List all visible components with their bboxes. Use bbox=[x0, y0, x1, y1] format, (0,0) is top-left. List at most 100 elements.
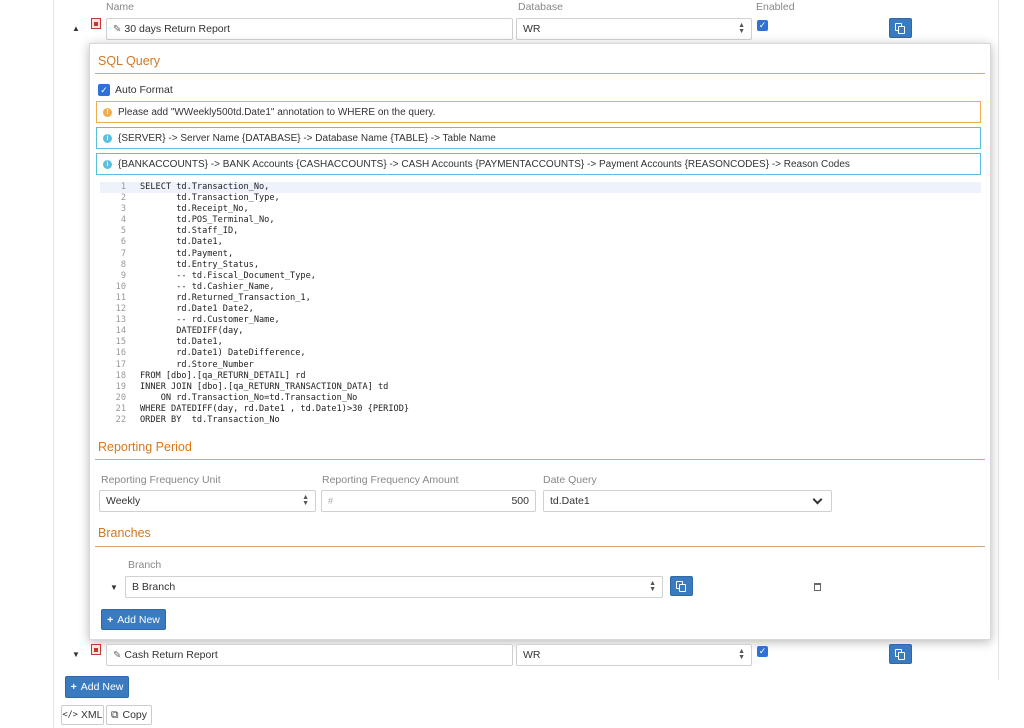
enabled-checkbox[interactable]: ✓ bbox=[757, 646, 768, 657]
add-report-label: Add New bbox=[80, 681, 124, 693]
line-number: 13 bbox=[115, 315, 126, 326]
copy-report-button[interactable] bbox=[889, 644, 912, 664]
select-arrows-icon: ▲ ▼ bbox=[302, 494, 309, 507]
code-line: 8 td.Entry_Status, bbox=[100, 260, 981, 271]
pencil-icon: ✎ bbox=[113, 23, 122, 35]
plus-icon: + bbox=[70, 681, 77, 693]
copy-icon bbox=[895, 22, 906, 34]
code-text: -- td.Fiscal_Document_Type, bbox=[140, 270, 316, 281]
code-text: rd.Returned_Transaction_1, bbox=[140, 292, 311, 303]
add-report-button[interactable]: + Add New bbox=[65, 676, 129, 698]
date-query-label: Date Query bbox=[543, 474, 597, 486]
code-line: 9 -- td.Fiscal_Document_Type, bbox=[100, 271, 981, 282]
code-line: 2 td.Transaction_Type, bbox=[100, 193, 981, 204]
code-text: FROM [dbo].[qa_RETURN_DETAIL] rd bbox=[140, 370, 306, 381]
auto-format-toggle[interactable]: ✓ Auto Format bbox=[98, 84, 173, 96]
xml-button[interactable]: </> XML bbox=[61, 705, 104, 725]
placeholder-info-text: {SERVER} -> Server Name {DATABASE} -> Da… bbox=[118, 132, 496, 144]
code-text: td.Receipt_No, bbox=[140, 204, 249, 215]
code-line: 6 td.Date1, bbox=[100, 237, 981, 248]
frequency-unit-label: Reporting Frequency Unit bbox=[101, 474, 221, 486]
xml-label: XML bbox=[80, 709, 103, 721]
line-number: 14 bbox=[115, 326, 126, 337]
code-line: 16 rd.Date1) DateDifference, bbox=[100, 348, 981, 359]
warning-icon: ! bbox=[103, 107, 112, 117]
enabled-checkbox[interactable]: ✓ bbox=[757, 20, 768, 31]
line-number: 18 bbox=[115, 370, 126, 381]
collapse-caret-icon[interactable]: ▲ bbox=[72, 24, 80, 33]
branches-title: Branches bbox=[98, 526, 151, 540]
database-select[interactable]: WR ▲ ▼ bbox=[516, 644, 752, 666]
report-name-value: 30 days Return Report bbox=[124, 23, 231, 35]
code-line: 12 rd.Date1 Date2, bbox=[100, 304, 981, 315]
code-line: 1 SELECT td.Transaction_No, bbox=[100, 182, 981, 194]
auto-format-checkbox[interactable]: ✓ bbox=[98, 84, 110, 96]
annotation-warning: ! Please add "WWeekly500td.Date1" annota… bbox=[96, 101, 981, 123]
report-name-input[interactable]: ✎ Cash Return Report bbox=[106, 644, 513, 666]
branch-select[interactable]: B Branch ▲ ▼ bbox=[125, 576, 663, 598]
frequency-amount-input[interactable]: # 500 bbox=[321, 490, 536, 512]
code-line: 5 td.Staff_ID, bbox=[100, 226, 981, 237]
code-line: 13 -- rd.Customer_Name, bbox=[100, 315, 981, 326]
code-text: DATEDIFF(day, bbox=[140, 326, 244, 337]
select-arrows-icon: ▲ ▼ bbox=[649, 580, 656, 593]
expand-caret-icon[interactable]: ▼ bbox=[72, 650, 80, 659]
line-number: 20 bbox=[115, 392, 126, 403]
branches-rule bbox=[95, 546, 985, 547]
line-number: 4 bbox=[120, 215, 126, 226]
annotation-warning-text: Please add "WWeekly500td.Date1" annotati… bbox=[118, 106, 436, 118]
database-select-value: WR bbox=[523, 23, 541, 35]
code-line: 11 rd.Returned_Transaction_1, bbox=[100, 293, 981, 304]
code-line: 22 ORDER BY td.Transaction_No bbox=[100, 415, 981, 426]
line-number: 22 bbox=[115, 414, 126, 425]
code-text: td.Payment, bbox=[140, 248, 234, 259]
report-icon bbox=[91, 18, 101, 29]
frequency-unit-select[interactable]: Weekly ▲ ▼ bbox=[99, 490, 316, 512]
line-number: 16 bbox=[115, 348, 126, 359]
sql-editor[interactable]: 1 SELECT td.Transaction_No, 2 td.Transacti… bbox=[100, 182, 981, 432]
delete-branch-icon[interactable] bbox=[814, 583, 821, 591]
code-text: td.POS_Terminal_No, bbox=[140, 215, 275, 226]
code-line: 14 DATEDIFF(day, bbox=[100, 326, 981, 337]
code-text: WHERE DATEDIFF(day, rd.Date1 , td.Date1)… bbox=[140, 403, 410, 414]
code-text: rd.Store_Number bbox=[140, 359, 254, 370]
code-text: ORDER BY td.Transaction_No bbox=[140, 414, 280, 425]
line-number: 12 bbox=[115, 304, 126, 315]
code-text: -- rd.Customer_Name, bbox=[140, 315, 280, 326]
date-query-select[interactable]: td.Date1 bbox=[543, 490, 832, 512]
placeholder-info: i {SERVER} -> Server Name {DATABASE} -> … bbox=[96, 127, 981, 149]
database-select[interactable]: WR ▲ ▼ bbox=[516, 18, 752, 40]
copy-icon bbox=[895, 648, 906, 660]
copy-button[interactable]: ⧉ Copy bbox=[106, 705, 152, 725]
accounts-info-text: {BANKACCOUNTS} -> BANK Accounts {CASHACC… bbox=[118, 158, 850, 170]
info-icon: i bbox=[103, 133, 112, 143]
report-icon bbox=[91, 644, 101, 655]
line-number: 7 bbox=[120, 248, 126, 259]
copy-branch-button[interactable] bbox=[670, 576, 693, 596]
code-line: 15 td.Date1, bbox=[100, 337, 981, 348]
line-number: 5 bbox=[120, 226, 126, 237]
line-number: 10 bbox=[115, 281, 126, 292]
branch-expand-caret-icon[interactable]: ▼ bbox=[110, 583, 118, 592]
report-name-input[interactable]: ✎ 30 days Return Report bbox=[106, 18, 513, 40]
code-line: 3 td.Receipt_No, bbox=[100, 204, 981, 215]
line-number: 2 bbox=[120, 193, 126, 204]
code-text: td.Date1, bbox=[140, 237, 223, 248]
line-number: 21 bbox=[115, 403, 126, 414]
plus-icon: + bbox=[107, 613, 114, 626]
copy-report-button[interactable] bbox=[889, 18, 912, 38]
select-arrows-icon: ▲ ▼ bbox=[738, 22, 745, 35]
column-header-enabled: Enabled bbox=[756, 1, 795, 13]
left-border bbox=[53, 0, 54, 728]
line-number: 3 bbox=[120, 204, 126, 215]
date-query-value: td.Date1 bbox=[550, 495, 590, 507]
code-text: rd.Date1 Date2, bbox=[140, 304, 254, 315]
database-select-value: WR bbox=[523, 649, 541, 661]
branch-select-value: B Branch bbox=[132, 581, 176, 593]
code-text: rd.Date1) DateDifference, bbox=[140, 348, 306, 359]
code-text: ON rd.Transaction_No=td.Transaction_No bbox=[140, 392, 358, 403]
add-branch-button[interactable]: + Add New bbox=[101, 609, 166, 630]
select-arrows-icon: ▲ ▼ bbox=[738, 648, 745, 661]
code-text: SELECT td.Transaction_No, bbox=[140, 182, 270, 192]
code-text: td.Transaction_Type, bbox=[140, 193, 280, 204]
